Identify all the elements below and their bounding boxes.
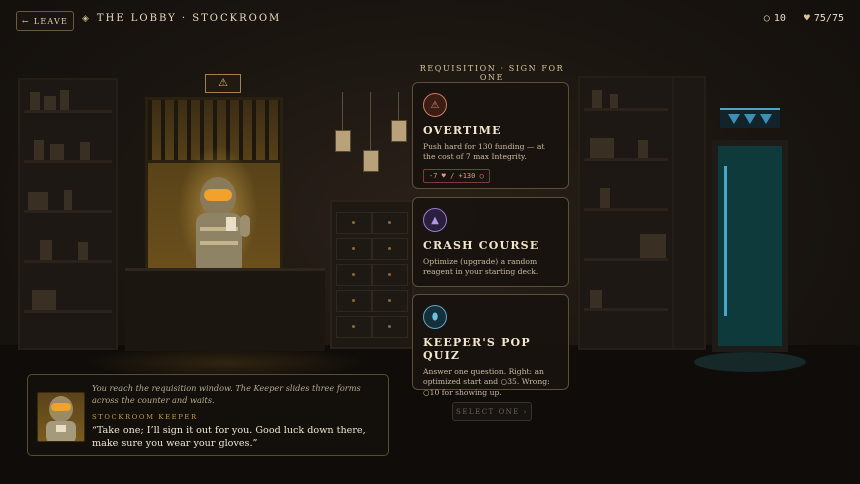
triangle-reagent-icon: ▲ xyxy=(423,208,447,232)
hanging-tag xyxy=(391,120,407,142)
funding-coin-icon: ○ xyxy=(763,13,770,24)
player-stats: ○ 10 ♥ 75/75 xyxy=(764,13,844,24)
heart-icon: ♥ xyxy=(803,13,810,24)
exit-arrows-icon xyxy=(720,108,780,128)
card-title: OVERTIME xyxy=(423,124,502,137)
location-title: ◈ THE LOBBY · STOCKROOM xyxy=(82,13,281,24)
requisition-heading: REQUISITION · SIGN FOR ONE xyxy=(419,64,565,82)
warning-triangle-icon: ⚠ xyxy=(423,93,447,117)
cost-badge: -7 ♥ / +130 ○ xyxy=(423,168,490,183)
funding-value: 10 xyxy=(773,13,786,24)
keeper-portrait xyxy=(37,392,85,442)
right-shelf-right xyxy=(672,76,706,350)
dialogue-box: You reach the requisition window. The Ke… xyxy=(27,374,389,456)
integrity-stat: ♥ 75/75 xyxy=(804,13,844,24)
keeper-avatar-icon xyxy=(46,396,76,441)
hanging-tag xyxy=(335,130,351,152)
speaker-name: STOCKROOM KEEPER xyxy=(92,413,198,421)
flask-sign-icon: ⚠ xyxy=(205,74,241,93)
card-description: Optimize (upgrade) a random reagent in y… xyxy=(423,257,539,277)
narration-text: You reach the requisition window. The Ke… xyxy=(92,383,361,405)
leave-button[interactable]: ← LEAVE xyxy=(16,11,74,31)
card-overtime[interactable]: ⚠ OVERTIME Push hard for 130 funding — a… xyxy=(412,82,569,189)
leave-label: LEAVE xyxy=(33,16,69,26)
integrity-value: 75/75 xyxy=(813,13,844,24)
card-title: CRASH COURSE xyxy=(423,239,540,252)
requisition-window xyxy=(145,97,283,275)
card-description: Push hard for 130 funding — at the cost … xyxy=(423,142,545,162)
door-mat xyxy=(694,352,806,372)
right-shelf-left xyxy=(578,76,674,350)
speech-text: “Take one; I’ll sign it out for you. Goo… xyxy=(92,425,366,450)
hanging-tag xyxy=(363,150,379,172)
back-arrow-icon: ← xyxy=(21,16,30,26)
exit-door[interactable] xyxy=(712,140,788,352)
card-crash-course[interactable]: ▲ CRASH COURSE Optimize (upgrade) a rand… xyxy=(412,197,569,287)
location-text: THE LOBBY · STOCKROOM xyxy=(96,13,282,24)
pill-icon: ⬮ xyxy=(423,305,447,329)
counter xyxy=(125,268,325,351)
keeper-figure xyxy=(196,177,250,272)
card-title: KEEPER'S POP QUIZ xyxy=(423,336,531,362)
select-one-button[interactable]: SELECT ONE › xyxy=(452,402,532,421)
funding-stat: ○ 10 xyxy=(764,13,786,24)
card-pop-quiz[interactable]: ⬮ KEEPER'S POP QUIZ Answer one question.… xyxy=(412,294,569,397)
left-shelf xyxy=(18,78,118,350)
card-description: Answer one question. Right: an optimized… xyxy=(423,367,550,397)
drawer-cabinet xyxy=(330,200,414,349)
diamond-icon: ◈ xyxy=(82,13,91,24)
